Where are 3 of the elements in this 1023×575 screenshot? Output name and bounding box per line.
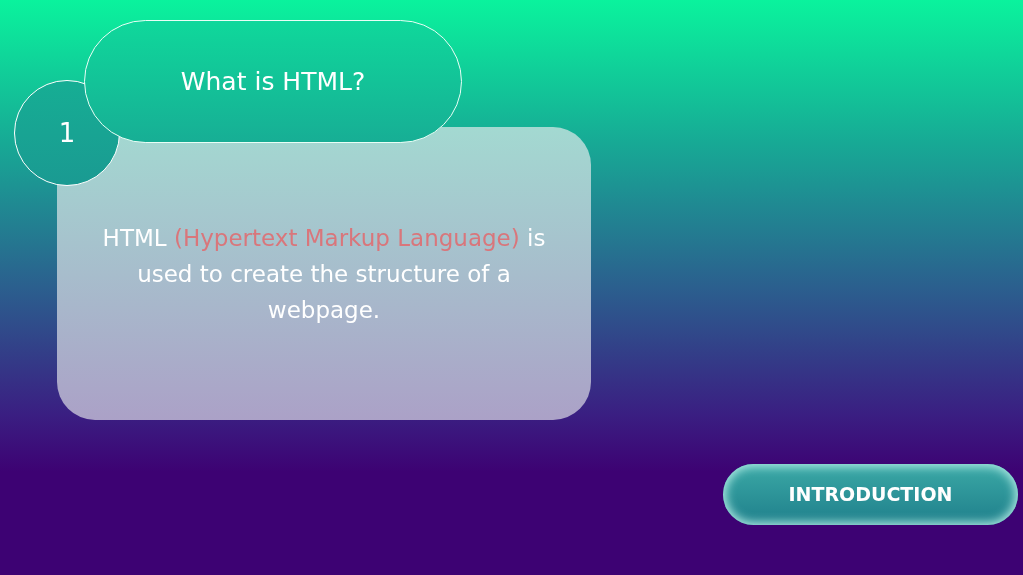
step-title: What is HTML?: [84, 20, 462, 143]
introduction-button[interactable]: INTRODUCTION: [723, 464, 1018, 525]
description-text: HTML (Hypertext Markup Language) is used to create the structure of a webpage.: [101, 223, 547, 325]
